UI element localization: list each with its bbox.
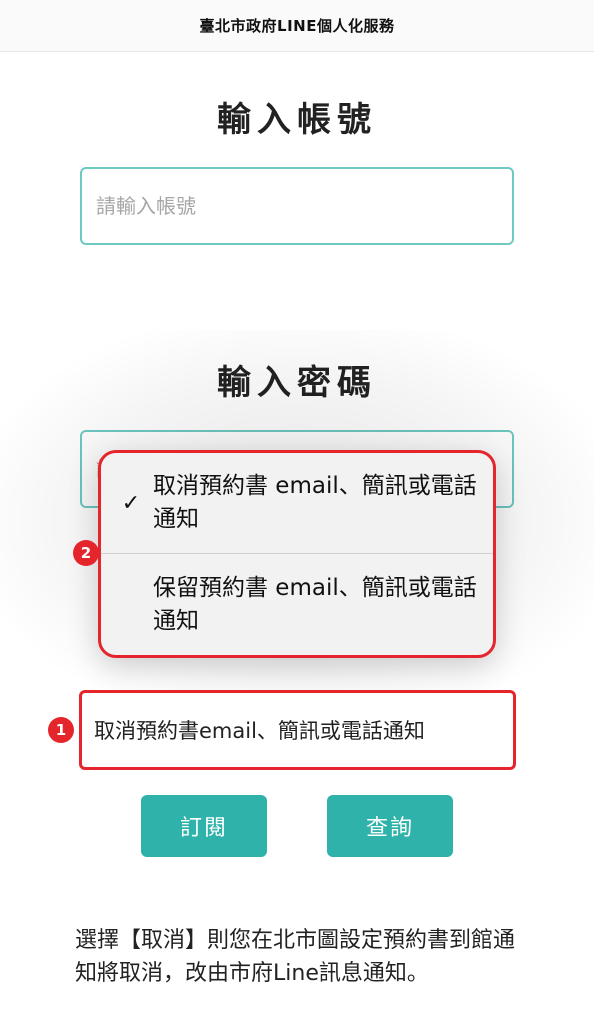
- account-input[interactable]: [82, 169, 512, 243]
- notification-select[interactable]: 取消預約書email、簡訊或電話通知: [79, 690, 516, 770]
- dropdown-option-cancel[interactable]: ✓ 取消預約書 email、簡訊或電話通知: [101, 453, 493, 554]
- top-bar: 臺北市政府LINE個人化服務: [0, 0, 594, 52]
- password-heading: 輸入密碼: [217, 363, 377, 403]
- query-button[interactable]: 查詢: [327, 795, 453, 857]
- checkmark-icon: ✓: [121, 490, 141, 516]
- annotation-badge-1: 1: [48, 717, 74, 743]
- page: 臺北市政府LINE個人化服務 輸入帳號 輸入密碼 ✓ 取消預約書 email、簡…: [0, 0, 594, 1024]
- account-field[interactable]: [80, 167, 514, 245]
- dropdown-option-label: 取消預約書 email、簡訊或電話通知: [153, 473, 477, 532]
- dropdown-option-label: 保留預約書 email、簡訊或電話通知: [153, 574, 477, 634]
- dropdown-option-keep[interactable]: 保留預約書 email、簡訊或電話通知: [101, 554, 493, 655]
- page-header-title: 臺北市政府LINE個人化服務: [199, 17, 395, 35]
- account-heading: 輸入帳號: [217, 100, 377, 140]
- cancel-notice-text: 選擇【取消】則您在北市圖設定預約書到館通知將取消，改由市府Line訊息通知。: [75, 928, 516, 986]
- subscribe-button[interactable]: 訂閱: [141, 795, 267, 857]
- notification-select-value: 取消預約書email、簡訊或電話通知: [94, 719, 425, 743]
- annotation-badge-2: 2: [73, 540, 99, 566]
- notification-dropdown-menu: ✓ 取消預約書 email、簡訊或電話通知 保留預約書 email、簡訊或電話通…: [98, 450, 496, 658]
